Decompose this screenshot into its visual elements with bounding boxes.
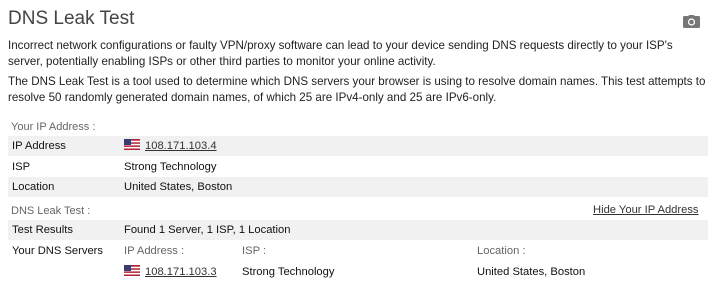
- dns-server-row: 108.171.103.3 Strong Technology United S…: [8, 262, 708, 282]
- col-header-ip: IP Address :: [124, 245, 185, 257]
- test-results-row: Test Results Found 1 Server, 1 ISP, 1 Lo…: [8, 220, 708, 240]
- test-results-value: Found 1 Server, 1 ISP, 1 Location: [124, 224, 291, 236]
- page-title: DNS Leak Test: [8, 8, 135, 29]
- us-flag-icon: [124, 265, 140, 276]
- isp-row: ISP Strong Technology: [8, 157, 708, 177]
- dns-leak-test-panel: DNS Leak Test Incorrect network configur…: [0, 0, 712, 288]
- test-results-key: Test Results: [12, 224, 73, 236]
- isp-value: Strong Technology: [124, 161, 217, 173]
- dns-server-isp: Strong Technology: [242, 266, 335, 278]
- ip-address-link[interactable]: 108.171.103.4: [145, 140, 217, 152]
- dns-server-ip: 108.171.103.3: [124, 265, 217, 279]
- intro-paragraph-1: Incorrect network configurations or faul…: [8, 39, 673, 68]
- ip-address-key: IP Address: [12, 140, 66, 152]
- location-key: Location: [12, 181, 55, 193]
- dns-servers-key: Your DNS Servers: [12, 245, 103, 257]
- isp-key: ISP: [12, 161, 31, 173]
- camera-icon[interactable]: [683, 15, 700, 28]
- location-value: United States, Boston: [124, 181, 233, 193]
- intro-paragraph-2: The DNS Leak Test is a tool used to dete…: [8, 75, 706, 104]
- us-flag-icon: [124, 139, 140, 150]
- dns-server-ip-link[interactable]: 108.171.103.3: [145, 266, 217, 278]
- dns-server-location: United States, Boston: [477, 266, 586, 278]
- ip-address-value: 108.171.103.4: [124, 139, 217, 153]
- ip-address-row: IP Address 108.171.103.4: [8, 136, 708, 156]
- location-row: Location United States, Boston: [8, 177, 708, 197]
- col-header-location: Location :: [477, 245, 526, 257]
- ip-section-label: Your IP Address :: [11, 121, 96, 133]
- hide-ip-link[interactable]: Hide Your IP Address: [593, 204, 699, 216]
- col-header-isp: ISP :: [242, 245, 267, 257]
- dns-section-label: DNS Leak Test :: [11, 205, 91, 217]
